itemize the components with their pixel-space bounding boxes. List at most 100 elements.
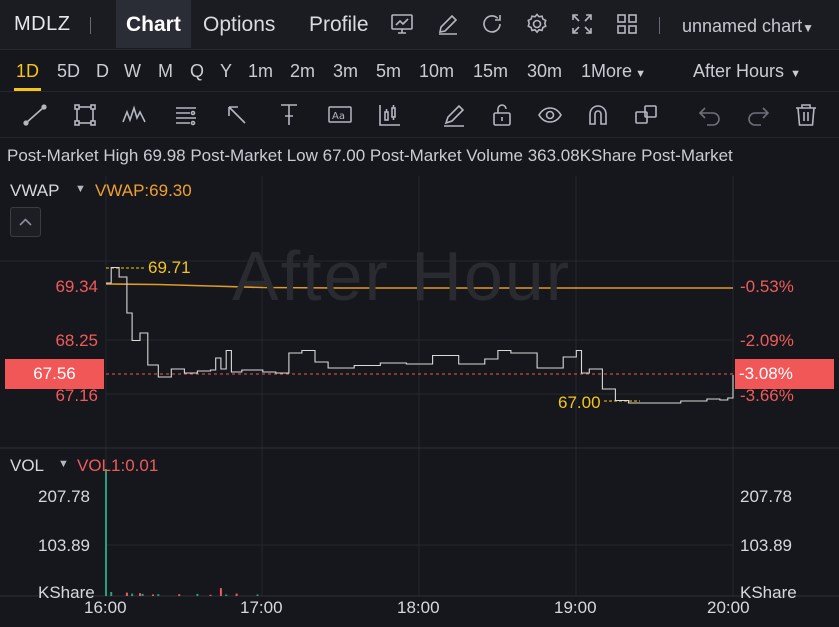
trend-line-icon[interactable] — [22, 102, 48, 128]
period-y[interactable]: Y — [220, 61, 232, 82]
redo-icon[interactable] — [745, 102, 771, 128]
volume-tick-right: 103.89 — [740, 536, 792, 555]
refresh-icon[interactable] — [480, 12, 504, 36]
period-5m[interactable]: 5m — [376, 61, 401, 82]
period-m[interactable]: M — [158, 61, 173, 82]
top-navigation-bar: MDLZ Chart Options Profile unnamed chart… — [0, 0, 839, 50]
volume-bar — [131, 593, 134, 596]
measure-icon[interactable] — [276, 102, 302, 128]
volume-bar — [219, 588, 222, 596]
period-d[interactable]: D — [96, 61, 109, 82]
post-market-high-label: Post-Market High — [7, 146, 139, 165]
indicator-name-vwap[interactable]: VWAP — [10, 181, 59, 201]
volume-bar — [105, 469, 107, 596]
session-dropdown[interactable]: After Hours ▼ — [693, 61, 801, 82]
period-30m[interactable]: 30m — [527, 61, 562, 82]
active-period-indicator — [14, 88, 41, 91]
drawing-toolbar: Aa — [0, 92, 839, 138]
caret-down-icon: ▼ — [802, 21, 814, 35]
period-2m[interactable]: 2m — [290, 61, 315, 82]
post-market-low-label: Post-Market Low — [190, 146, 318, 165]
period-15m[interactable]: 15m — [473, 61, 508, 82]
gear-icon[interactable] — [525, 12, 549, 36]
post-market-trailing-label: Post-Market — [641, 146, 733, 165]
trash-icon[interactable] — [793, 102, 819, 128]
volume-bar — [196, 593, 199, 596]
high-price-annotation: 69.71 — [148, 258, 191, 277]
chart-name-label: unnamed chart — [682, 16, 803, 36]
arrow-icon[interactable] — [224, 102, 250, 128]
caret-down-icon: ▼ — [632, 68, 646, 80]
tab-profile[interactable]: Profile — [299, 0, 379, 48]
volume-bar — [141, 593, 144, 596]
volume-bar — [235, 593, 238, 596]
eye-icon[interactable] — [537, 102, 563, 128]
volume-bar — [139, 593, 141, 596]
period-10m[interactable]: 10m — [419, 61, 454, 82]
pen-edit-icon[interactable] — [436, 12, 460, 36]
chart-name-dropdown[interactable]: unnamed chart▼ — [682, 16, 814, 37]
period-selector-bar: 1D 5D D W M Q Y 1m 2m 3m 5m 10m 15m 30m … — [0, 50, 839, 92]
unlock-icon[interactable] — [489, 102, 515, 128]
time-axis-label: 18:00 — [397, 598, 440, 617]
period-5d[interactable]: 5D — [57, 61, 80, 82]
period-3m[interactable]: 3m — [333, 61, 358, 82]
magnet-icon[interactable] — [585, 102, 611, 128]
change-tick-right: -3.66% — [740, 386, 794, 405]
caret-down-icon[interactable]: ▼ — [58, 458, 69, 470]
candle-icon[interactable] — [377, 102, 403, 128]
tab-options[interactable]: Options — [193, 0, 285, 48]
post-market-low-value: 67.00 — [322, 146, 366, 165]
period-1d[interactable]: 1D — [16, 61, 39, 82]
grid-layout-icon[interactable] — [615, 12, 639, 36]
monitor-chart-icon[interactable] — [390, 12, 414, 36]
fibonacci-icon[interactable] — [173, 102, 199, 128]
pattern-wave-icon[interactable] — [121, 102, 147, 128]
post-market-volume-label: Post-Market Volume — [369, 146, 523, 165]
time-axis-label: 16:00 — [84, 598, 127, 617]
change-tick-right: -0.53% — [740, 277, 794, 296]
post-market-stats: Post-Market High 69.98 Post-Market Low 6… — [7, 146, 733, 166]
text-note-icon[interactable]: Aa — [327, 102, 353, 128]
brush-icon[interactable] — [441, 102, 467, 128]
time-axis-label: 17:00 — [240, 598, 283, 617]
change-tick-right: -2.09% — [740, 331, 794, 350]
caret-down-icon: ▼ — [784, 68, 802, 80]
volume-bar — [256, 594, 259, 596]
svg-text:Aa: Aa — [332, 111, 345, 122]
time-axis-label: 19:00 — [554, 598, 597, 617]
volume-bar — [125, 592, 128, 596]
period-more-dropdown[interactable]: 1More ▼ — [581, 61, 646, 82]
time-axis-label: 20:00 — [707, 598, 750, 617]
session-label: After Hours — [693, 61, 785, 81]
collapse-button[interactable] — [10, 207, 41, 237]
volume-bar — [152, 594, 154, 596]
volume-bar — [110, 592, 113, 596]
volume-bar — [209, 594, 212, 596]
vwap-value: VWAP:69.30 — [95, 181, 192, 200]
undo-icon[interactable] — [697, 102, 723, 128]
volume-bar — [225, 594, 228, 596]
post-market-volume-value: 363.08KShare — [527, 146, 637, 165]
ticker-symbol[interactable]: MDLZ — [14, 13, 70, 36]
vol-indicator-value: VOL1:0.01 — [77, 456, 159, 475]
period-1m[interactable]: 1m — [248, 61, 273, 82]
volume-bar — [178, 594, 181, 596]
post-market-high-value: 69.98 — [143, 146, 186, 165]
indicator-name-vol[interactable]: VOL — [10, 456, 44, 476]
caret-down-icon[interactable]: ▼ — [75, 183, 86, 195]
fullscreen-icon[interactable] — [570, 12, 594, 36]
low-price-annotation: 67.00 — [558, 393, 601, 412]
price-tick-left: 69.34 — [55, 277, 98, 296]
divider — [659, 17, 660, 34]
period-w[interactable]: W — [124, 61, 141, 82]
price-tick-left: 67.16 — [55, 386, 98, 405]
current-price-tag: 67.56 — [5, 359, 104, 389]
rectangle-icon[interactable] — [72, 102, 98, 128]
volume-tick-right: 207.78 — [740, 487, 792, 506]
copy-layers-icon[interactable] — [633, 102, 659, 128]
period-q[interactable]: Q — [190, 61, 204, 82]
volume-bars — [105, 469, 259, 596]
tab-chart[interactable]: Chart — [116, 0, 191, 48]
price-tick-left: 68.25 — [55, 331, 98, 350]
